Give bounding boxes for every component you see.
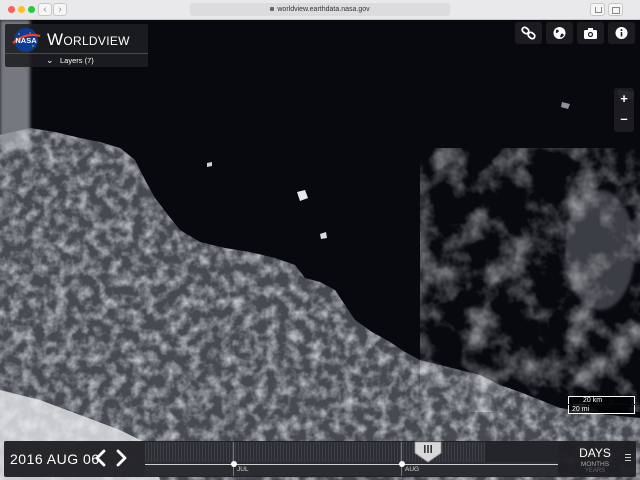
satellite-imagery — [0, 20, 640, 480]
zoom-level-months[interactable]: MONTHS — [573, 461, 617, 468]
lock-icon — [270, 7, 275, 11]
timeline-axis — [145, 464, 558, 465]
tabs-icon[interactable] — [608, 3, 623, 16]
zoom-level-days[interactable]: DAYS — [573, 446, 617, 460]
camera-icon — [584, 28, 597, 39]
scale-km: 20 km — [568, 396, 635, 404]
info-button[interactable] — [608, 22, 635, 44]
address-bar[interactable]: worldview.earthdata.nasa.gov — [190, 3, 450, 16]
month-label-aug: AUG — [405, 466, 420, 473]
zoom-controls: + – — [614, 88, 634, 132]
timeline-future-range — [485, 442, 558, 462]
browser-back-button[interactable]: ‹ — [38, 3, 52, 16]
nasa-logo-icon: NASA — [12, 28, 41, 52]
timeline-panel: 2016 AUG 06 JUL AUG DAYS MONTHS YEARS — [4, 441, 636, 477]
layers-toggle[interactable]: ⌄ Layers (7) — [5, 53, 148, 68]
browser-toolbar: ‹ › worldview.earthdata.nasa.gov — [0, 0, 640, 20]
browser-forward-button[interactable]: › — [53, 3, 67, 16]
layers-label: Layers (7) — [60, 56, 94, 65]
timeline-tick — [233, 442, 234, 476]
nasa-logo-text: NASA — [15, 36, 37, 45]
chevron-left-icon[interactable] — [94, 449, 108, 467]
maximize-window-button[interactable] — [28, 6, 35, 13]
projection-button[interactable] — [546, 22, 573, 44]
zoom-level-years[interactable]: YEARS — [573, 468, 617, 474]
close-window-button[interactable] — [8, 6, 15, 13]
zoom-out-button[interactable]: – — [614, 111, 634, 126]
link-icon — [521, 26, 536, 40]
zoom-in-button[interactable]: + — [614, 91, 634, 106]
timeline-drag-handle[interactable] — [414, 441, 442, 463]
info-icon — [615, 27, 628, 39]
snapshot-button[interactable] — [577, 22, 604, 44]
minimize-window-button[interactable] — [18, 6, 25, 13]
app-header: NASA Worldview ⌄ Layers (7) — [5, 24, 148, 67]
current-date[interactable]: 2016 AUG 06 — [10, 451, 100, 467]
timeline-zoom-selector[interactable]: DAYS MONTHS YEARS — [573, 446, 617, 474]
scale-bar: 20 km 20 mi — [568, 396, 635, 415]
timeline-tick — [401, 442, 402, 476]
share-icon[interactable] — [590, 3, 605, 16]
app-title: Worldview — [47, 30, 130, 49]
scale-mi: 20 mi — [568, 405, 635, 414]
share-link-button[interactable] — [515, 22, 542, 44]
chevron-double-down-icon: ⌄ — [46, 55, 54, 65]
month-label-jul: JUL — [237, 466, 249, 473]
globe-icon — [553, 27, 566, 39]
timeline-track[interactable]: JUL AUG — [145, 442, 558, 476]
satellite-map[interactable] — [0, 20, 640, 480]
chevron-right-icon[interactable] — [114, 449, 128, 467]
menu-icon[interactable] — [625, 454, 631, 463]
address-bar-url: worldview.earthdata.nasa.gov — [277, 6, 370, 13]
